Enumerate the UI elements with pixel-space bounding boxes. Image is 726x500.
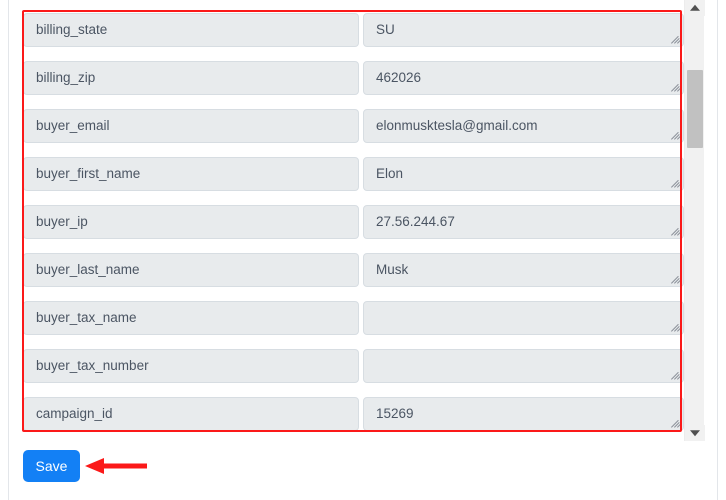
field-value-input[interactable]: SU	[363, 13, 684, 47]
field-key-input[interactable]: buyer_email	[23, 109, 359, 143]
field-mapping-scroll-area[interactable]: billing_state SU billing_zip 462026 buyer_em…	[14, 0, 684, 443]
annotation-arrow-icon	[85, 458, 147, 474]
vertical-scrollbar[interactable]	[684, 0, 705, 441]
field-mapping-list: billing_state SU billing_zip 462026 buyer_em…	[14, 13, 684, 443]
resize-handle-icon[interactable]	[670, 81, 681, 92]
field-key-input[interactable]: buyer_tax_number	[23, 349, 359, 383]
field-value-input[interactable]: 27.56.244.67	[363, 205, 684, 239]
field-key-input[interactable]: billing_zip	[23, 61, 359, 95]
field-value-input[interactable]: elonmusktesla@gmail.com	[363, 109, 684, 143]
field-key-input[interactable]: buyer_tax_name	[23, 301, 359, 335]
scroll-down-arrow-icon[interactable]	[685, 425, 705, 441]
field-key-input[interactable]: campaign_id	[23, 397, 359, 431]
field-mapping-row: buyer_tax_name	[14, 301, 684, 349]
field-value-input[interactable]: Musk	[363, 253, 684, 287]
field-mapping-row: buyer_tax_number	[14, 349, 684, 397]
field-mapping-row: billing_state SU	[14, 13, 684, 61]
resize-handle-icon[interactable]	[670, 273, 681, 284]
resize-handle-icon[interactable]	[670, 225, 681, 236]
triangle-up-icon	[690, 4, 700, 11]
scrollbar-thumb[interactable]	[687, 70, 703, 148]
resize-handle-icon[interactable]	[670, 369, 681, 380]
resize-handle-icon[interactable]	[670, 321, 681, 332]
resize-handle-icon[interactable]	[670, 33, 681, 44]
field-key-input[interactable]: billing_state	[23, 13, 359, 47]
field-key-input[interactable]: buyer_ip	[23, 205, 359, 239]
field-value-input[interactable]: Elon	[363, 157, 684, 191]
resize-handle-icon[interactable]	[670, 129, 681, 140]
scroll-up-arrow-icon[interactable]	[685, 0, 705, 16]
field-value-input[interactable]	[363, 349, 684, 383]
field-key-input[interactable]: buyer_last_name	[23, 253, 359, 287]
triangle-down-icon	[690, 430, 700, 437]
field-mapping-row: billing_zip 462026	[14, 61, 684, 109]
save-button[interactable]: Save	[23, 450, 80, 482]
field-key-input[interactable]: buyer_first_name	[23, 157, 359, 191]
screen-root: billing_state SU billing_zip 462026 buyer_em…	[0, 0, 726, 500]
field-mapping-row: buyer_email elonmusktesla@gmail.com	[14, 109, 684, 157]
field-value-input[interactable]: 462026	[363, 61, 684, 95]
field-mapping-row: buyer_first_name Elon	[14, 157, 684, 205]
field-value-input[interactable]	[363, 301, 684, 335]
resize-handle-icon[interactable]	[670, 417, 681, 428]
resize-handle-icon[interactable]	[670, 177, 681, 188]
field-mapping-row: buyer_last_name Musk	[14, 253, 684, 301]
field-value-input[interactable]: 15269	[363, 397, 684, 431]
field-mapping-row: campaign_id 15269	[14, 397, 684, 443]
field-mapping-row: buyer_ip 27.56.244.67	[14, 205, 684, 253]
